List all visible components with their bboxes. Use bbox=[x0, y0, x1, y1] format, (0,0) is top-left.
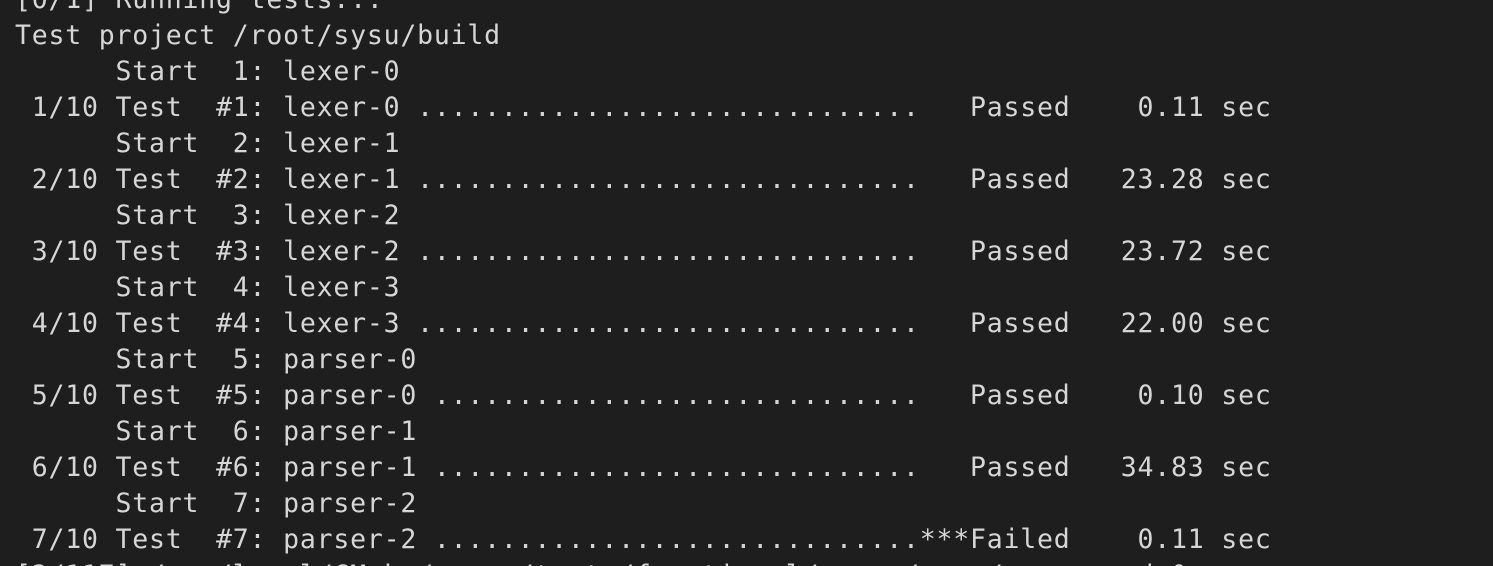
terminal-line-start-1: Start 1: lexer-0 bbox=[15, 56, 401, 87]
terminal-output[interactable]: [0/1] Running tests... Test project /roo… bbox=[0, 0, 1493, 566]
terminal-line-running-tests: [0/1] Running tests... bbox=[15, 0, 1272, 18]
terminal-line-start-5: Start 5: parser-0 bbox=[15, 344, 418, 375]
terminal-line-test-6-result: 6/10 Test #6: parser-1 .................… bbox=[15, 452, 1272, 483]
terminal-line-start-6: Start 6: parser-1 bbox=[15, 416, 418, 447]
terminal-line-start-7: Start 7: parser-2 bbox=[15, 488, 418, 519]
terminal-line-test-2-result: 2/10 Test #2: lexer-1 ..................… bbox=[15, 164, 1272, 195]
terminal-line-test-4-result: 4/10 Test #4: lexer-3 ..................… bbox=[15, 308, 1272, 339]
terminal-line-test-5-result: 5/10 Test #5: parser-0 .................… bbox=[15, 380, 1272, 411]
terminal-line-test-project: Test project /root/sysu/build bbox=[15, 20, 501, 51]
terminal-line-test-7-result: 7/10 Test #7: parser-2 .................… bbox=[15, 524, 1272, 555]
terminal-line-start-3: Start 3: lexer-2 bbox=[15, 200, 401, 231]
terminal-line-start-4: Start 4: lexer-3 bbox=[15, 272, 401, 303]
terminal-line-start-2: Start 2: lexer-1 bbox=[15, 128, 401, 159]
terminal-line-test-3-result: 3/10 Test #3: lexer-2 ..................… bbox=[15, 236, 1272, 267]
terminal-lines: [0/1] Running tests... Test project /roo… bbox=[15, 0, 1272, 566]
terminal-line-build-progress: [2/117] /usr/local/CMake/... /tests/func… bbox=[15, 558, 1272, 566]
terminal-line-test-1-result: 1/10 Test #1: lexer-0 ..................… bbox=[15, 92, 1272, 123]
